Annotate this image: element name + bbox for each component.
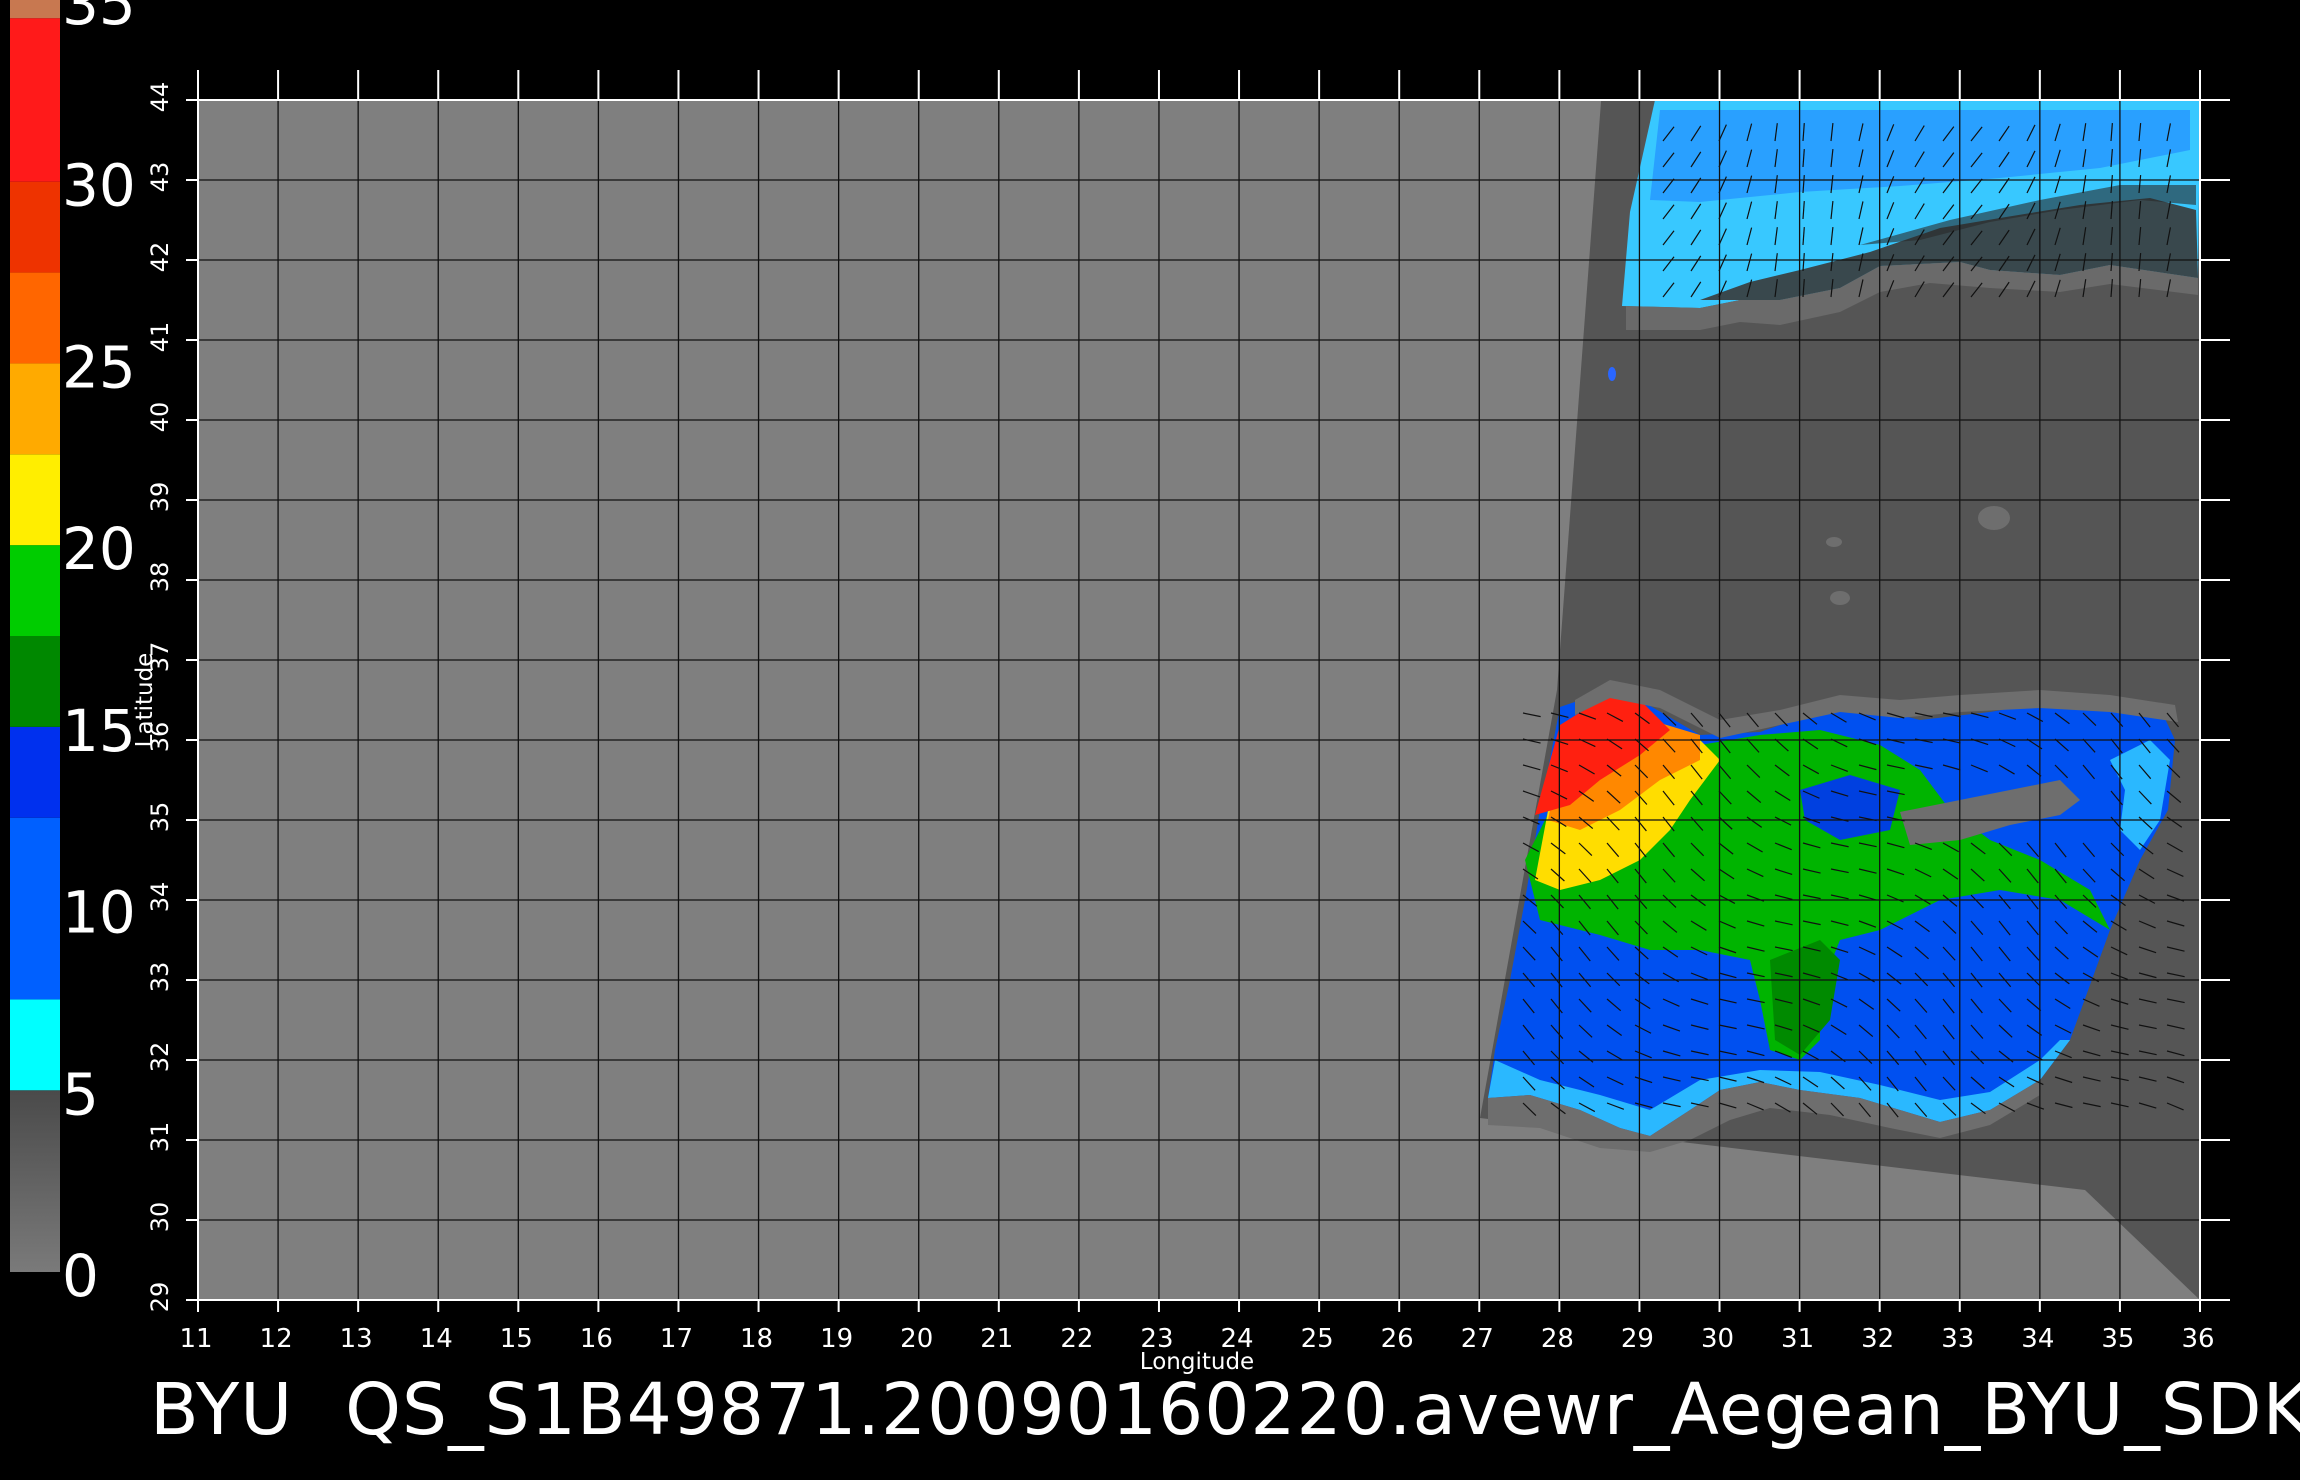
latitude-tick-label: 32 (146, 1042, 174, 1073)
longitude-tick-label: 30 (1701, 1324, 1734, 1354)
longitude-tick-label: 18 (740, 1324, 773, 1354)
island-marker (1978, 506, 2010, 530)
colorbar-tick-label: 35 (62, 0, 136, 38)
longitude-tick-label: 28 (1541, 1324, 1574, 1354)
longitude-tick-label: 35 (2101, 1324, 2134, 1354)
colorbar-tick-label: 0 (62, 1242, 99, 1310)
wind-speed-colorbar (10, 0, 60, 1272)
latitude-tick-label: 31 (146, 1122, 174, 1153)
caption-filename: QS_S1B49871.20090160220.avewr_Aegean_BYU… (345, 1368, 2300, 1451)
island-marker (1608, 367, 1616, 381)
colorbar-tick-label: 25 (62, 333, 136, 401)
longitude-tick-label: 16 (580, 1324, 613, 1354)
latitude-tick-label: 38 (146, 562, 174, 593)
longitude-tick-label: 36 (2181, 1324, 2214, 1354)
colorbar-segment (10, 363, 60, 455)
longitude-tick-label: 17 (660, 1324, 693, 1354)
latitude-tick-label: 29 (146, 1282, 174, 1313)
island-marker (1830, 591, 1850, 605)
caption-prefix: BYU (150, 1368, 294, 1451)
latitude-tick-label: 40 (146, 402, 174, 433)
longitude-tick-label: 14 (420, 1324, 453, 1354)
colorbar-segment (10, 181, 60, 273)
latitude-tick-label: 39 (146, 482, 174, 513)
latitude-tick-label: 35 (146, 802, 174, 833)
longitude-tick-label: 12 (260, 1324, 293, 1354)
latitude-tick-label: 34 (146, 882, 174, 913)
colorbar-segment (10, 726, 60, 818)
longitude-tick-label: 22 (1060, 1324, 1093, 1354)
colorbar-segment (10, 454, 60, 546)
latitude-tick-label: 42 (146, 242, 174, 273)
longitude-tick-label: 13 (340, 1324, 373, 1354)
colorbar-tick-label: 5 (62, 1060, 99, 1128)
colorbar-segment (10, 999, 60, 1091)
longitude-tick-label: 11 (179, 1324, 212, 1354)
colorbar-tick-label: 15 (62, 697, 136, 765)
longitude-tick-label: 20 (900, 1324, 933, 1354)
longitude-tick-label: 31 (1781, 1324, 1814, 1354)
wind-map-figure: 0 5 10 15 20 25 30 35 11 12 13 14 15 16 17 18 19 20 21 22 2… (10, 0, 2230, 1375)
colorbar-tick-label: 20 (62, 515, 136, 583)
colorbar-segment (10, 0, 60, 19)
longitude-tick-label: 32 (1861, 1324, 1894, 1354)
colorbar-tick-labels: 0 5 10 15 20 25 30 35 (62, 0, 136, 1310)
longitude-tick-label: 29 (1621, 1324, 1654, 1354)
colorbar-segment (10, 18, 60, 182)
longitude-tick-label: 21 (980, 1324, 1013, 1354)
colorbar-segment (10, 272, 60, 364)
latitude-tick-label: 44 (146, 82, 174, 113)
y-axis-label: Latitude (132, 653, 158, 748)
colorbar-segment (10, 817, 60, 1000)
latitude-tick-label: 43 (146, 162, 174, 193)
longitude-tick-label: 19 (820, 1324, 853, 1354)
latitude-tick-label: 33 (146, 962, 174, 993)
longitude-tick-label: 25 (1301, 1324, 1334, 1354)
island-marker (1826, 537, 1842, 547)
colorbar-tick-label: 30 (62, 152, 136, 220)
longitude-tick-label: 34 (2021, 1324, 2054, 1354)
latitude-tick-label: 41 (146, 322, 174, 353)
longitude-tick-label: 27 (1461, 1324, 1494, 1354)
longitude-tick-label: 26 (1381, 1324, 1414, 1354)
longitude-tick-label: 15 (500, 1324, 533, 1354)
colorbar-tick-label: 10 (62, 879, 136, 947)
colorbar-segment (10, 1090, 60, 1272)
longitude-tick-label: 33 (1941, 1324, 1974, 1354)
colorbar-segment (10, 636, 60, 727)
colorbar-segment (10, 545, 60, 636)
latitude-tick-label: 30 (146, 1202, 174, 1233)
file-caption: BYU QS_S1B49871.20090160220.avewr_Aegean_… (150, 1368, 2300, 1451)
